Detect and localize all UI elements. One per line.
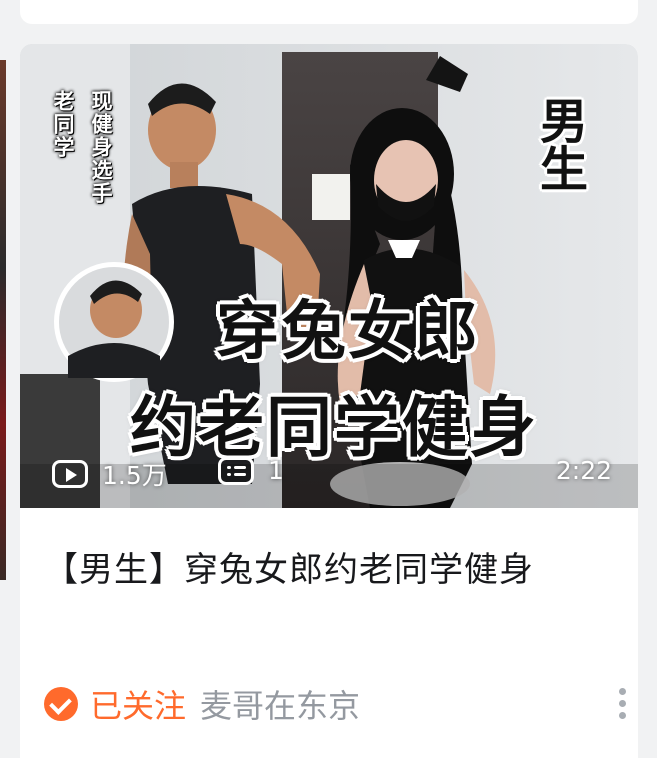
thumbnail-title-line1: 穿兔女郎 bbox=[216, 295, 480, 369]
video-info: 【男生】穿兔女郎约老同学健身 已关注 麦哥在东京 bbox=[20, 508, 638, 758]
danmaku-count: 1 bbox=[218, 456, 284, 485]
play-count-icon bbox=[52, 460, 88, 488]
thumbnail-tag-classmate: 老同学 bbox=[51, 90, 75, 159]
video-card[interactable]: 老同学 现健身选手 男生 穿兔女郎 约老同学健身 1.5万 1 2:22 【男生… bbox=[20, 44, 638, 758]
thumbnail-tag-male: 男生 bbox=[531, 96, 587, 192]
author-row: 已关注 麦哥在东京 bbox=[44, 681, 360, 727]
video-title[interactable]: 【男生】穿兔女郎约老同学健身 bbox=[44, 544, 604, 596]
video-duration: 2:22 bbox=[555, 456, 612, 485]
video-thumbnail[interactable]: 老同学 现健身选手 男生 穿兔女郎 约老同学健身 1.5万 1 2:22 bbox=[20, 44, 638, 508]
adjacent-card-edge bbox=[0, 60, 6, 580]
play-count: 1.5万 bbox=[52, 456, 167, 492]
followed-check-icon bbox=[44, 687, 78, 721]
previous-video-card[interactable] bbox=[20, 0, 638, 24]
follow-status[interactable]: 已关注 bbox=[90, 681, 186, 727]
thumbnail-stats-bar: 1.5万 1 2:22 bbox=[20, 448, 638, 498]
more-vertical-icon[interactable] bbox=[619, 688, 627, 724]
play-count-value: 1.5万 bbox=[102, 461, 167, 490]
danmaku-count-value: 1 bbox=[268, 456, 284, 485]
thumbnail-tag-fitness: 现健身选手 bbox=[89, 90, 113, 205]
author-name[interactable]: 麦哥在东京 bbox=[200, 681, 360, 727]
danmaku-icon bbox=[218, 456, 254, 485]
